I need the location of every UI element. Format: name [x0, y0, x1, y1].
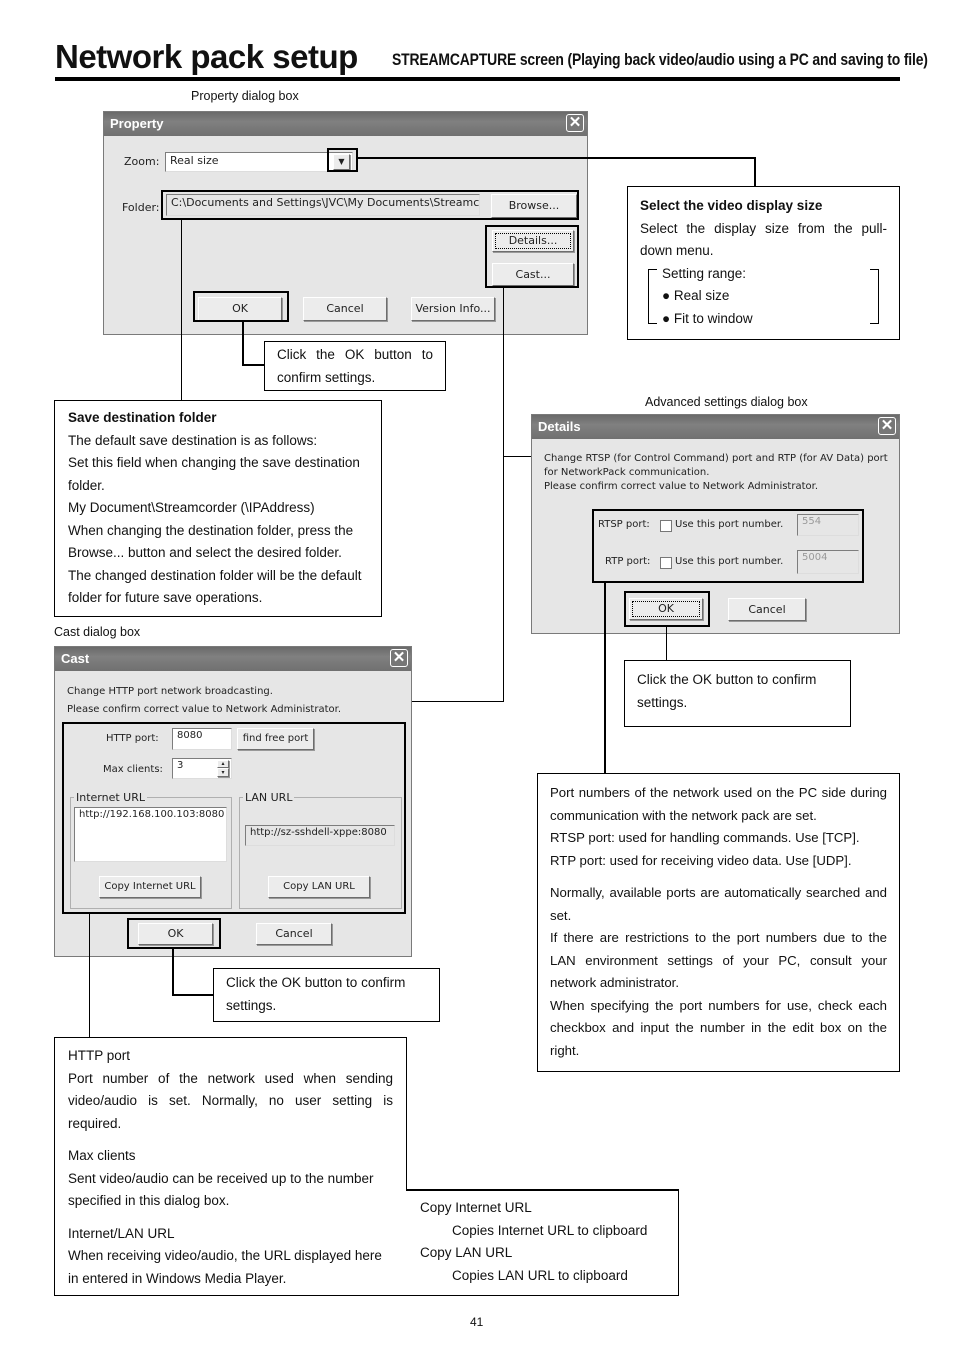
http-port-body: Port number of the network used when sen…: [68, 1070, 393, 1131]
folder-highlight: [161, 190, 579, 220]
copy-lan-heading: Copy LAN URL: [420, 1245, 513, 1260]
leader-line: [412, 701, 504, 702]
option-fit-window: ● Fit to window: [662, 310, 753, 326]
ports-para: Port numbers of the network used on the …: [550, 785, 887, 823]
details-message-line: for NetworkPack communication.: [544, 467, 710, 478]
cast-info-left: HTTP port Port number of the network use…: [68, 1045, 393, 1290]
url-body: When receiving video/audio, the URL disp…: [68, 1248, 382, 1286]
details-ok-text: Click the OK button to confirm settings.: [637, 672, 817, 710]
leader-line: [666, 627, 667, 661]
option-real-size: ● Real size: [662, 288, 730, 303]
header-rule: [55, 77, 900, 81]
property-ok-callout: Click the OK button to confirm settings.: [264, 341, 446, 391]
video-size-callout: Select the video display size Select the…: [627, 186, 900, 340]
leader-line: [172, 994, 214, 996]
video-size-body: Select the display size from the pull-do…: [640, 220, 887, 259]
cancel-button[interactable]: Cancel: [303, 297, 387, 321]
details-message-line: Change RTSP (for Control Command) port a…: [544, 453, 888, 464]
leader-line: [358, 157, 756, 159]
cast-settings-highlight: [62, 722, 406, 914]
callout-border: [406, 1189, 679, 1191]
ports-para: When specifying the port numbers for use…: [550, 997, 887, 1058]
leader-line: [503, 288, 504, 701]
leader-line: [604, 583, 606, 774]
ports-para: RTP port: used for receiving video data.…: [550, 852, 852, 868]
leader-line: [754, 157, 756, 187]
url-heading: Internet/LAN URL: [68, 1225, 175, 1241]
leader-line: [503, 456, 531, 457]
ports-highlight: [592, 509, 864, 583]
page-title: Network pack setup: [55, 38, 358, 75]
zoom-select[interactable]: Real size: [165, 152, 353, 172]
leader-line: [242, 364, 265, 366]
details-cancel-button[interactable]: Cancel: [728, 598, 806, 621]
cast-titlebar: Cast ✕: [55, 647, 411, 671]
zoom-value: Real size: [170, 154, 219, 167]
http-port-heading: HTTP port: [68, 1048, 131, 1063]
save-folder-line: When changing the destination folder, pr…: [68, 522, 354, 561]
setting-range: Setting range: ● Real size ● Fit to wind…: [648, 263, 879, 331]
save-folder-line: Set this field when changing the save de…: [68, 455, 360, 493]
leader-line: [89, 914, 90, 1037]
details-cast-highlight: [485, 225, 579, 288]
cast-message-line: Please confirm correct value to Network …: [67, 704, 342, 715]
close-icon[interactable]: ✕: [390, 649, 408, 667]
bracket-left: [648, 268, 657, 324]
cast-ok-callout: Click the OK button to confirm settings.: [213, 968, 440, 1022]
cast-message-line: Change HTTP port network broadcasting.: [67, 686, 273, 697]
version-info-button[interactable]: Version Info...: [411, 297, 495, 321]
leader-line: [172, 949, 174, 996]
property-title: Property: [110, 116, 164, 131]
setting-range-label: Setting range:: [662, 265, 747, 281]
save-folder-heading: Save destination folder: [68, 410, 217, 425]
ports-para: Normally, available ports are automatica…: [550, 885, 887, 923]
property-ok-highlight: [193, 291, 289, 322]
close-icon[interactable]: ✕: [566, 114, 584, 132]
cast-message: Change HTTP port network broadcasting. P…: [67, 683, 341, 719]
page-subtitle: STREAMCAPTURE screen (Playing back video…: [392, 50, 928, 69]
cast-dialog-caption: Cast dialog box: [54, 625, 141, 639]
folder-label: Folder:: [122, 201, 160, 214]
max-clients-heading: Max clients: [68, 1148, 136, 1163]
bracket-right: [870, 268, 879, 324]
cast-info-right: Copy Internet URL Copies Internet URL to…: [420, 1197, 675, 1287]
details-ok-callout: Click the OK button to confirm settings.: [624, 660, 851, 727]
copy-internet-body: Copies Internet URL to clipboard: [452, 1222, 648, 1238]
close-icon[interactable]: ✕: [878, 417, 896, 435]
leader-line: [181, 220, 182, 400]
save-folder-line: The default save destination is as follo…: [68, 432, 318, 448]
max-clients-body: Sent video/audio can be received up to t…: [68, 1170, 374, 1209]
property-titlebar: Property ✕: [104, 112, 587, 136]
page-number: 41: [470, 1315, 484, 1329]
save-folder-line: The changed destination folder will be t…: [68, 567, 362, 606]
details-message-line: Please confirm correct value to Network …: [544, 481, 819, 492]
cast-ok-highlight: [127, 918, 221, 949]
copy-internet-heading: Copy Internet URL: [420, 1200, 532, 1215]
details-titlebar: Details ✕: [532, 415, 899, 439]
leader-line: [242, 321, 244, 366]
copy-lan-body: Copies LAN URL to clipboard: [452, 1267, 628, 1283]
save-folder-line: My Document\Streamcorder (\IPAddress): [68, 500, 315, 515]
details-message: Change RTSP (for Control Command) port a…: [544, 452, 888, 494]
property-dialog-caption: Property dialog box: [191, 89, 299, 103]
zoom-label: Zoom:: [124, 155, 160, 168]
details-ok-highlight: [624, 591, 710, 627]
save-folder-callout: Save destination folder The default save…: [54, 400, 382, 617]
cast-cancel-button[interactable]: Cancel: [256, 923, 332, 945]
ports-callout: Port numbers of the network used on the …: [537, 773, 900, 1072]
cast-ok-text: Click the OK button to confirm settings.: [226, 975, 406, 1013]
property-ok-text: Click the OK button to confirm settings.: [277, 347, 433, 385]
property-dialog: Property ✕ Zoom: Real size ▼ Folder: C:\…: [103, 111, 588, 335]
details-title: Details: [538, 419, 581, 434]
video-size-heading: Select the video display size: [640, 198, 823, 213]
zoom-dropdown-highlight: [327, 148, 358, 172]
cast-title: Cast: [61, 651, 90, 666]
details-dialog-caption: Advanced settings dialog box: [645, 395, 808, 409]
ports-para: If there are restrictions to the port nu…: [550, 930, 887, 990]
ports-para: RTSP port: used for handling commands. U…: [550, 830, 860, 845]
